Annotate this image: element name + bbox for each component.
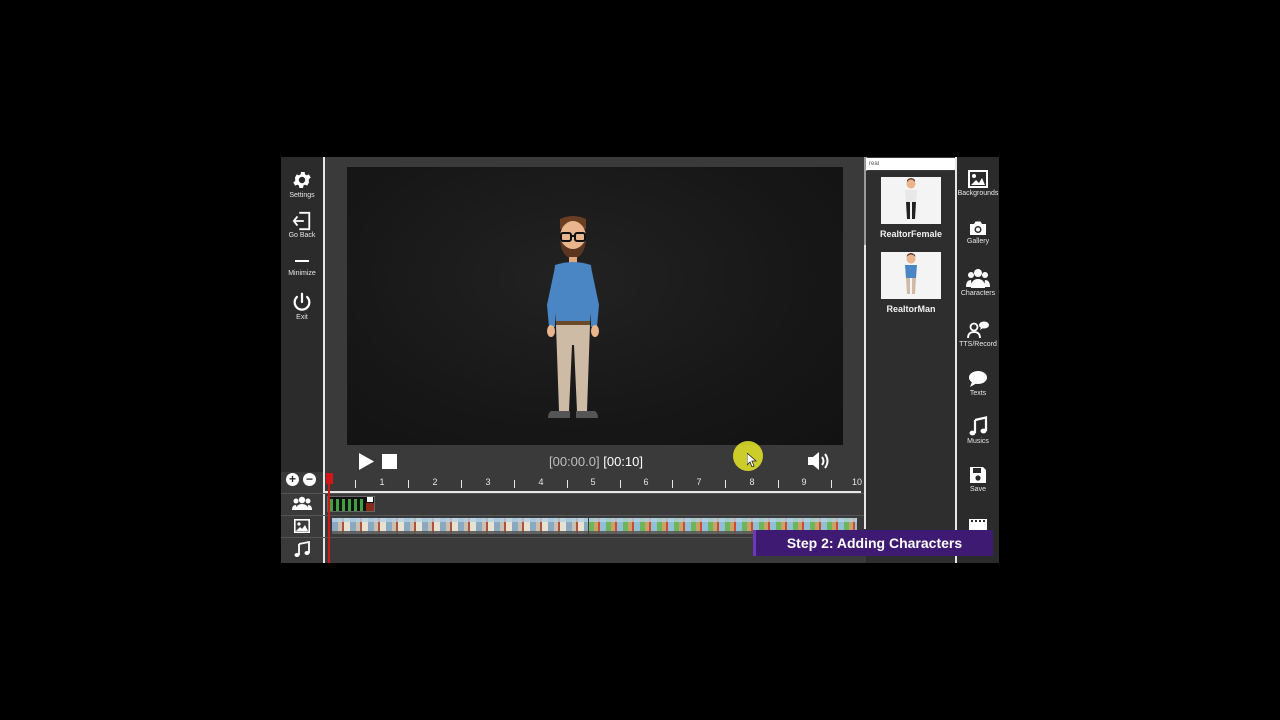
settings-button[interactable]: Settings bbox=[281, 169, 323, 199]
ruler-tick bbox=[672, 480, 673, 488]
character-on-stage[interactable] bbox=[543, 215, 603, 430]
realtor-female-thumbnail bbox=[881, 177, 941, 224]
stop-button[interactable] bbox=[382, 454, 397, 469]
ruler-label: 1 bbox=[379, 477, 385, 487]
save-button[interactable]: Save bbox=[957, 466, 999, 493]
timecode: [00:00.0] [00:10] bbox=[549, 454, 643, 469]
zoom-out-button[interactable]: − bbox=[303, 473, 316, 486]
background-clip-sky bbox=[332, 518, 588, 522]
chat-bubble-icon bbox=[957, 370, 999, 388]
library-item-label: RealtorFemale bbox=[879, 229, 943, 239]
mouse-pointer-icon bbox=[746, 452, 758, 472]
tts-record-label: TTS/Record bbox=[959, 341, 997, 348]
export-button[interactable] bbox=[957, 517, 999, 531]
ruler-tick bbox=[620, 480, 621, 488]
ruler-label: 3 bbox=[485, 477, 491, 487]
time-total: [00:10] bbox=[603, 454, 643, 469]
floppy-disk-icon bbox=[957, 466, 999, 484]
backgrounds-track-label[interactable] bbox=[281, 519, 323, 538]
settings-label: Settings bbox=[289, 192, 315, 199]
ruler-label: 8 bbox=[749, 477, 755, 487]
music-note-icon bbox=[957, 416, 999, 436]
characters-track-icon bbox=[292, 496, 312, 514]
character-clip-thumbnails bbox=[330, 497, 374, 511]
texts-button[interactable]: Texts bbox=[957, 370, 999, 397]
film-icon bbox=[957, 517, 999, 531]
background-clip[interactable] bbox=[332, 518, 588, 534]
ruler-label: 10 bbox=[851, 477, 863, 487]
step-caption-banner: Step 2: Adding Characters bbox=[753, 530, 993, 556]
go-back-label: Go Back bbox=[288, 232, 316, 239]
playhead-line bbox=[328, 473, 330, 563]
ruler-tick bbox=[461, 480, 462, 488]
ruler-label: 7 bbox=[696, 477, 702, 487]
power-icon bbox=[281, 291, 323, 313]
ruler-tick bbox=[514, 480, 515, 488]
ruler-label: 9 bbox=[801, 477, 807, 487]
timeline-ruler[interactable]: 1 2 3 4 5 6 7 8 9 10 bbox=[325, 473, 865, 493]
minimize-label: Minimize bbox=[288, 270, 316, 277]
ruler-tick bbox=[567, 480, 568, 488]
minimize-button[interactable]: Minimize bbox=[281, 253, 323, 277]
ruler-tick bbox=[408, 480, 409, 488]
ruler-label: 2 bbox=[432, 477, 438, 487]
characters-label: Characters bbox=[960, 290, 996, 297]
preview-stage[interactable] bbox=[347, 167, 843, 445]
library-item-realtor-man[interactable]: RealtorMan bbox=[875, 252, 947, 314]
musics-label: Musics bbox=[967, 438, 989, 445]
minimize-icon bbox=[281, 253, 323, 269]
male-character-figure bbox=[547, 216, 599, 418]
go-back-icon bbox=[281, 211, 323, 231]
save-label: Save bbox=[970, 486, 986, 493]
texts-label: Texts bbox=[969, 390, 987, 397]
backgrounds-button[interactable]: Backgrounds bbox=[957, 170, 999, 197]
music-track-label[interactable] bbox=[281, 540, 323, 562]
library-item-label: RealtorMan bbox=[886, 304, 936, 314]
gallery-button[interactable]: Gallery bbox=[957, 220, 999, 245]
characters-button[interactable]: Characters bbox=[957, 268, 999, 297]
track-separator bbox=[281, 493, 865, 494]
camera-icon bbox=[957, 220, 999, 236]
ruler-tick bbox=[831, 480, 832, 488]
musics-button[interactable]: Musics bbox=[957, 416, 999, 445]
background-clip-sky bbox=[589, 518, 857, 522]
time-current: [00:00.0] bbox=[549, 454, 600, 469]
characters-track-label[interactable] bbox=[281, 496, 323, 515]
track-separator bbox=[281, 515, 865, 516]
background-clip-ground bbox=[332, 531, 588, 534]
image-track-icon bbox=[294, 519, 310, 537]
gear-icon bbox=[281, 169, 323, 191]
right-divider bbox=[955, 157, 957, 563]
backgrounds-label: Backgrounds bbox=[957, 190, 999, 197]
character-clip[interactable] bbox=[327, 496, 375, 512]
ruler-tick bbox=[355, 480, 356, 488]
exit-label: Exit bbox=[296, 314, 308, 321]
zoom-in-button[interactable]: + bbox=[286, 473, 299, 486]
music-track-icon bbox=[294, 540, 310, 561]
animation-editor-window: Settings Go Back Minimize Exit [00:00.0]… bbox=[281, 157, 999, 563]
ruler-label: 5 bbox=[590, 477, 596, 487]
ruler-label: 6 bbox=[643, 477, 649, 487]
ruler-tick bbox=[778, 480, 779, 488]
tts-record-button[interactable]: TTS/Record bbox=[957, 321, 999, 348]
exit-button[interactable]: Exit bbox=[281, 291, 323, 321]
gallery-label: Gallery bbox=[966, 238, 990, 245]
character-search-input[interactable] bbox=[866, 158, 955, 170]
users-icon bbox=[957, 268, 999, 288]
ruler-label: 4 bbox=[538, 477, 544, 487]
image-icon bbox=[957, 170, 999, 188]
playhead[interactable] bbox=[325, 473, 334, 563]
speech-record-icon bbox=[957, 321, 999, 339]
realtor-man-thumbnail bbox=[881, 252, 941, 299]
left-toolbar: Settings Go Back Minimize Exit bbox=[281, 157, 323, 472]
go-back-button[interactable]: Go Back bbox=[281, 211, 323, 239]
library-item-realtor-female[interactable]: RealtorFemale bbox=[875, 177, 947, 239]
right-toolbar bbox=[955, 157, 999, 563]
ruler-tick bbox=[725, 480, 726, 488]
